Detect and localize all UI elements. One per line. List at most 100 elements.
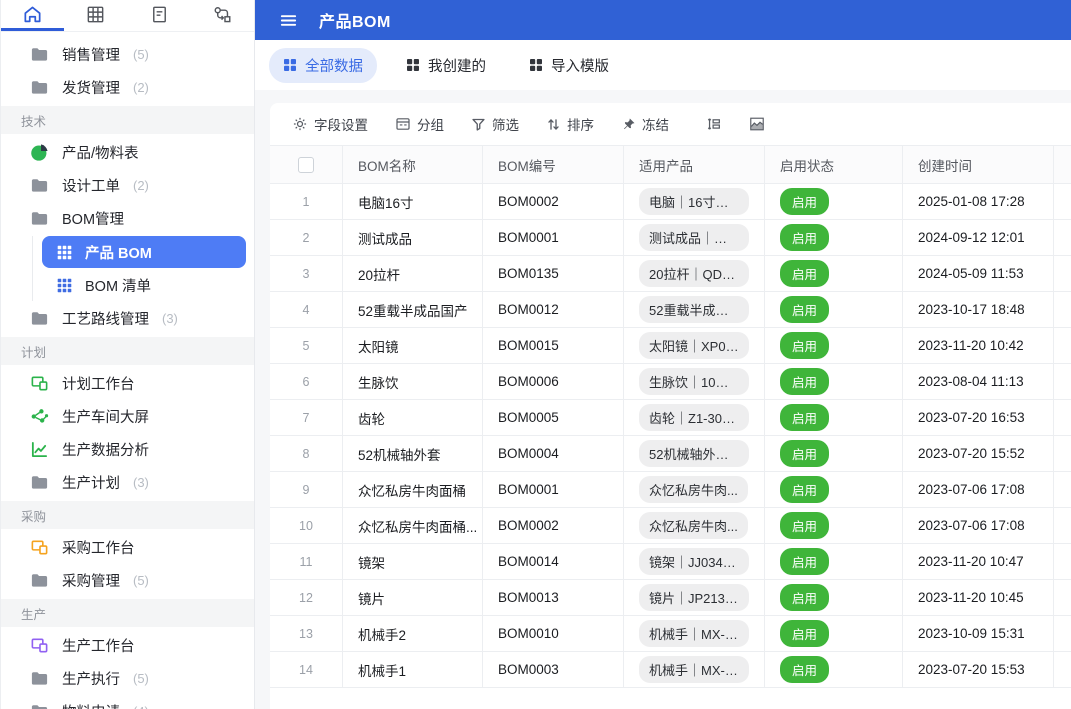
field-settings-button[interactable]: 字段设置 [292,114,368,134]
applicable-product-cell[interactable]: 52重载半成品... [624,292,765,328]
bom-code-cell[interactable]: BOM0001 [483,472,624,508]
applicable-product-cell[interactable]: 测试成品｜｜C... [624,220,765,256]
enable-status-cell[interactable]: 启用 [765,292,903,328]
column-header-4[interactable]: 创建时间 [903,146,1054,184]
enable-status-cell[interactable]: 启用 [765,184,903,220]
applicable-product-cell[interactable]: 齿轮｜Z1-30｜... [624,400,765,436]
sidebar-item-purchase-workbench[interactable]: 采购工作台 [1,531,254,564]
sidebar-item-product-bom[interactable]: 产品 BOM [42,236,246,268]
column-header-1[interactable]: BOM编号 [483,146,624,184]
sidebar-item-purchase-management[interactable]: 采购管理(5) [1,564,254,597]
created-time-cell[interactable]: 2024-05-09 11:53 [903,256,1054,292]
bom-name-cell[interactable]: 生脉饮 [343,364,483,400]
bom-name-cell[interactable]: 齿轮 [343,400,483,436]
bom-code-cell[interactable]: BOM0001 [483,220,624,256]
applicable-product-cell[interactable]: 太阳镜｜XP001... [624,328,765,364]
bom-code-cell[interactable]: BOM0004 [483,436,624,472]
created-time-cell[interactable]: 2023-08-04 11:13 [903,364,1054,400]
row-index-cell[interactable]: 14 [270,652,343,688]
created-time-cell[interactable]: 2023-07-20 15:52 [903,436,1054,472]
filter-button[interactable]: 筛选 [471,114,519,134]
icon-tab-home[interactable] [1,0,64,31]
applicable-product-cell[interactable]: 52机械轴外套... [624,436,765,472]
bom-code-cell[interactable]: BOM0013 [483,580,624,616]
enable-status-cell[interactable]: 启用 [765,256,903,292]
enable-status-cell[interactable]: 启用 [765,580,903,616]
sidebar-item-production-plan[interactable]: 生产计划(3) [1,466,254,499]
created-time-cell[interactable]: 2023-10-17 18:48 [903,292,1054,328]
applicable-product-cell[interactable]: 镜架｜JJ034｜... [624,544,765,580]
created-time-cell[interactable]: 2024-09-12 12:01 [903,220,1054,256]
created-time-cell[interactable]: 2023-07-20 15:53 [903,652,1054,688]
created-time-cell[interactable]: 2023-10-09 15:31 [903,616,1054,652]
row-index-cell[interactable]: 4 [270,292,343,328]
sidebar-item-plan-workbench[interactable]: 计划工作台 [1,367,254,400]
freeze-button[interactable]: 冻结 [621,114,669,134]
created-time-cell[interactable]: 2023-11-20 10:42 [903,328,1054,364]
bom-code-cell[interactable]: BOM0015 [483,328,624,364]
enable-status-cell[interactable]: 启用 [765,472,903,508]
chart-view-button[interactable] [749,116,765,132]
column-header-2[interactable]: 适用产品 [624,146,765,184]
created-time-cell[interactable]: 2023-07-20 16:53 [903,400,1054,436]
menu-icon[interactable] [279,11,298,30]
row-height-button[interactable] [706,116,722,132]
sidebar-item-material-request[interactable]: 物料申请(4) [1,695,254,709]
bom-name-cell[interactable]: 镜片 [343,580,483,616]
view-tab-all-data[interactable]: 全部数据 [269,48,377,83]
applicable-product-cell[interactable]: 生脉饮｜10ml/... [624,364,765,400]
enable-status-cell[interactable]: 启用 [765,400,903,436]
bom-name-cell[interactable]: 20拉杆 [343,256,483,292]
bom-name-cell[interactable]: 众忆私房牛肉面桶 [343,472,483,508]
row-index-cell[interactable]: 8 [270,436,343,472]
view-tab-import-template[interactable]: 导入模版 [515,48,623,83]
bom-name-cell[interactable]: 52重载半成品国产 [343,292,483,328]
applicable-product-cell[interactable]: 机械手｜MX-2... [624,616,765,652]
bom-code-cell[interactable]: BOM0005 [483,400,624,436]
bom-name-cell[interactable]: 电脑16寸 [343,184,483,220]
column-header-3[interactable]: 启用状态 [765,146,903,184]
sidebar-item-process-route-management[interactable]: 工艺路线管理(3) [1,302,254,335]
icon-tab-workflow[interactable] [191,0,254,31]
enable-status-cell[interactable]: 启用 [765,436,903,472]
created-time-cell[interactable]: 2023-07-06 17:08 [903,472,1054,508]
enable-status-cell[interactable]: 启用 [765,328,903,364]
row-index-cell[interactable]: 3 [270,256,343,292]
sidebar-item-production-data-analysis[interactable]: 生产数据分析 [1,433,254,466]
bom-name-cell[interactable]: 机械手2 [343,616,483,652]
created-time-cell[interactable]: 2023-11-20 10:47 [903,544,1054,580]
enable-status-cell[interactable]: 启用 [765,652,903,688]
bom-code-cell[interactable]: BOM0014 [483,544,624,580]
bom-code-cell[interactable]: BOM0003 [483,652,624,688]
sidebar-item-bom-list[interactable]: BOM 清单 [42,269,246,301]
enable-status-cell[interactable]: 启用 [765,508,903,544]
sidebar-item-production-workbench[interactable]: 生产工作台 [1,629,254,662]
sidebar-item-design-workorder[interactable]: 设计工单(2) [1,169,254,202]
select-all-checkbox[interactable] [298,157,314,173]
row-index-cell[interactable]: 6 [270,364,343,400]
sidebar-item-bom-management[interactable]: BOM管理 [1,202,254,235]
created-time-cell[interactable]: 2023-11-20 10:45 [903,580,1054,616]
icon-tab-document[interactable] [128,0,191,31]
enable-status-cell[interactable]: 启用 [765,364,903,400]
applicable-product-cell[interactable]: 镜片｜JP213｜... [624,580,765,616]
bom-code-cell[interactable]: BOM0135 [483,256,624,292]
sort-button[interactable]: 排序 [546,114,594,134]
sidebar-item-shipping-management[interactable]: 发货管理(2) [1,71,254,104]
enable-status-cell[interactable]: 启用 [765,544,903,580]
bom-name-cell[interactable]: 众忆私房牛肉面桶... [343,508,483,544]
created-time-cell[interactable]: 2025-01-08 17:28 [903,184,1054,220]
applicable-product-cell[interactable]: 20拉杆｜QD10... [624,256,765,292]
created-time-cell[interactable]: 2023-07-06 17:08 [903,508,1054,544]
bom-name-cell[interactable]: 测试成品 [343,220,483,256]
sidebar-item-workshop-screen[interactable]: 生产车间大屏 [1,400,254,433]
group-button[interactable]: 分组 [395,114,444,134]
row-index-cell[interactable]: 10 [270,508,343,544]
row-index-cell[interactable]: 13 [270,616,343,652]
row-index-cell[interactable]: 9 [270,472,343,508]
bom-name-cell[interactable]: 镜架 [343,544,483,580]
bom-name-cell[interactable]: 太阳镜 [343,328,483,364]
bom-code-cell[interactable]: BOM0010 [483,616,624,652]
row-index-cell[interactable]: 11 [270,544,343,580]
applicable-product-cell[interactable]: 众忆私房牛肉... [624,508,765,544]
